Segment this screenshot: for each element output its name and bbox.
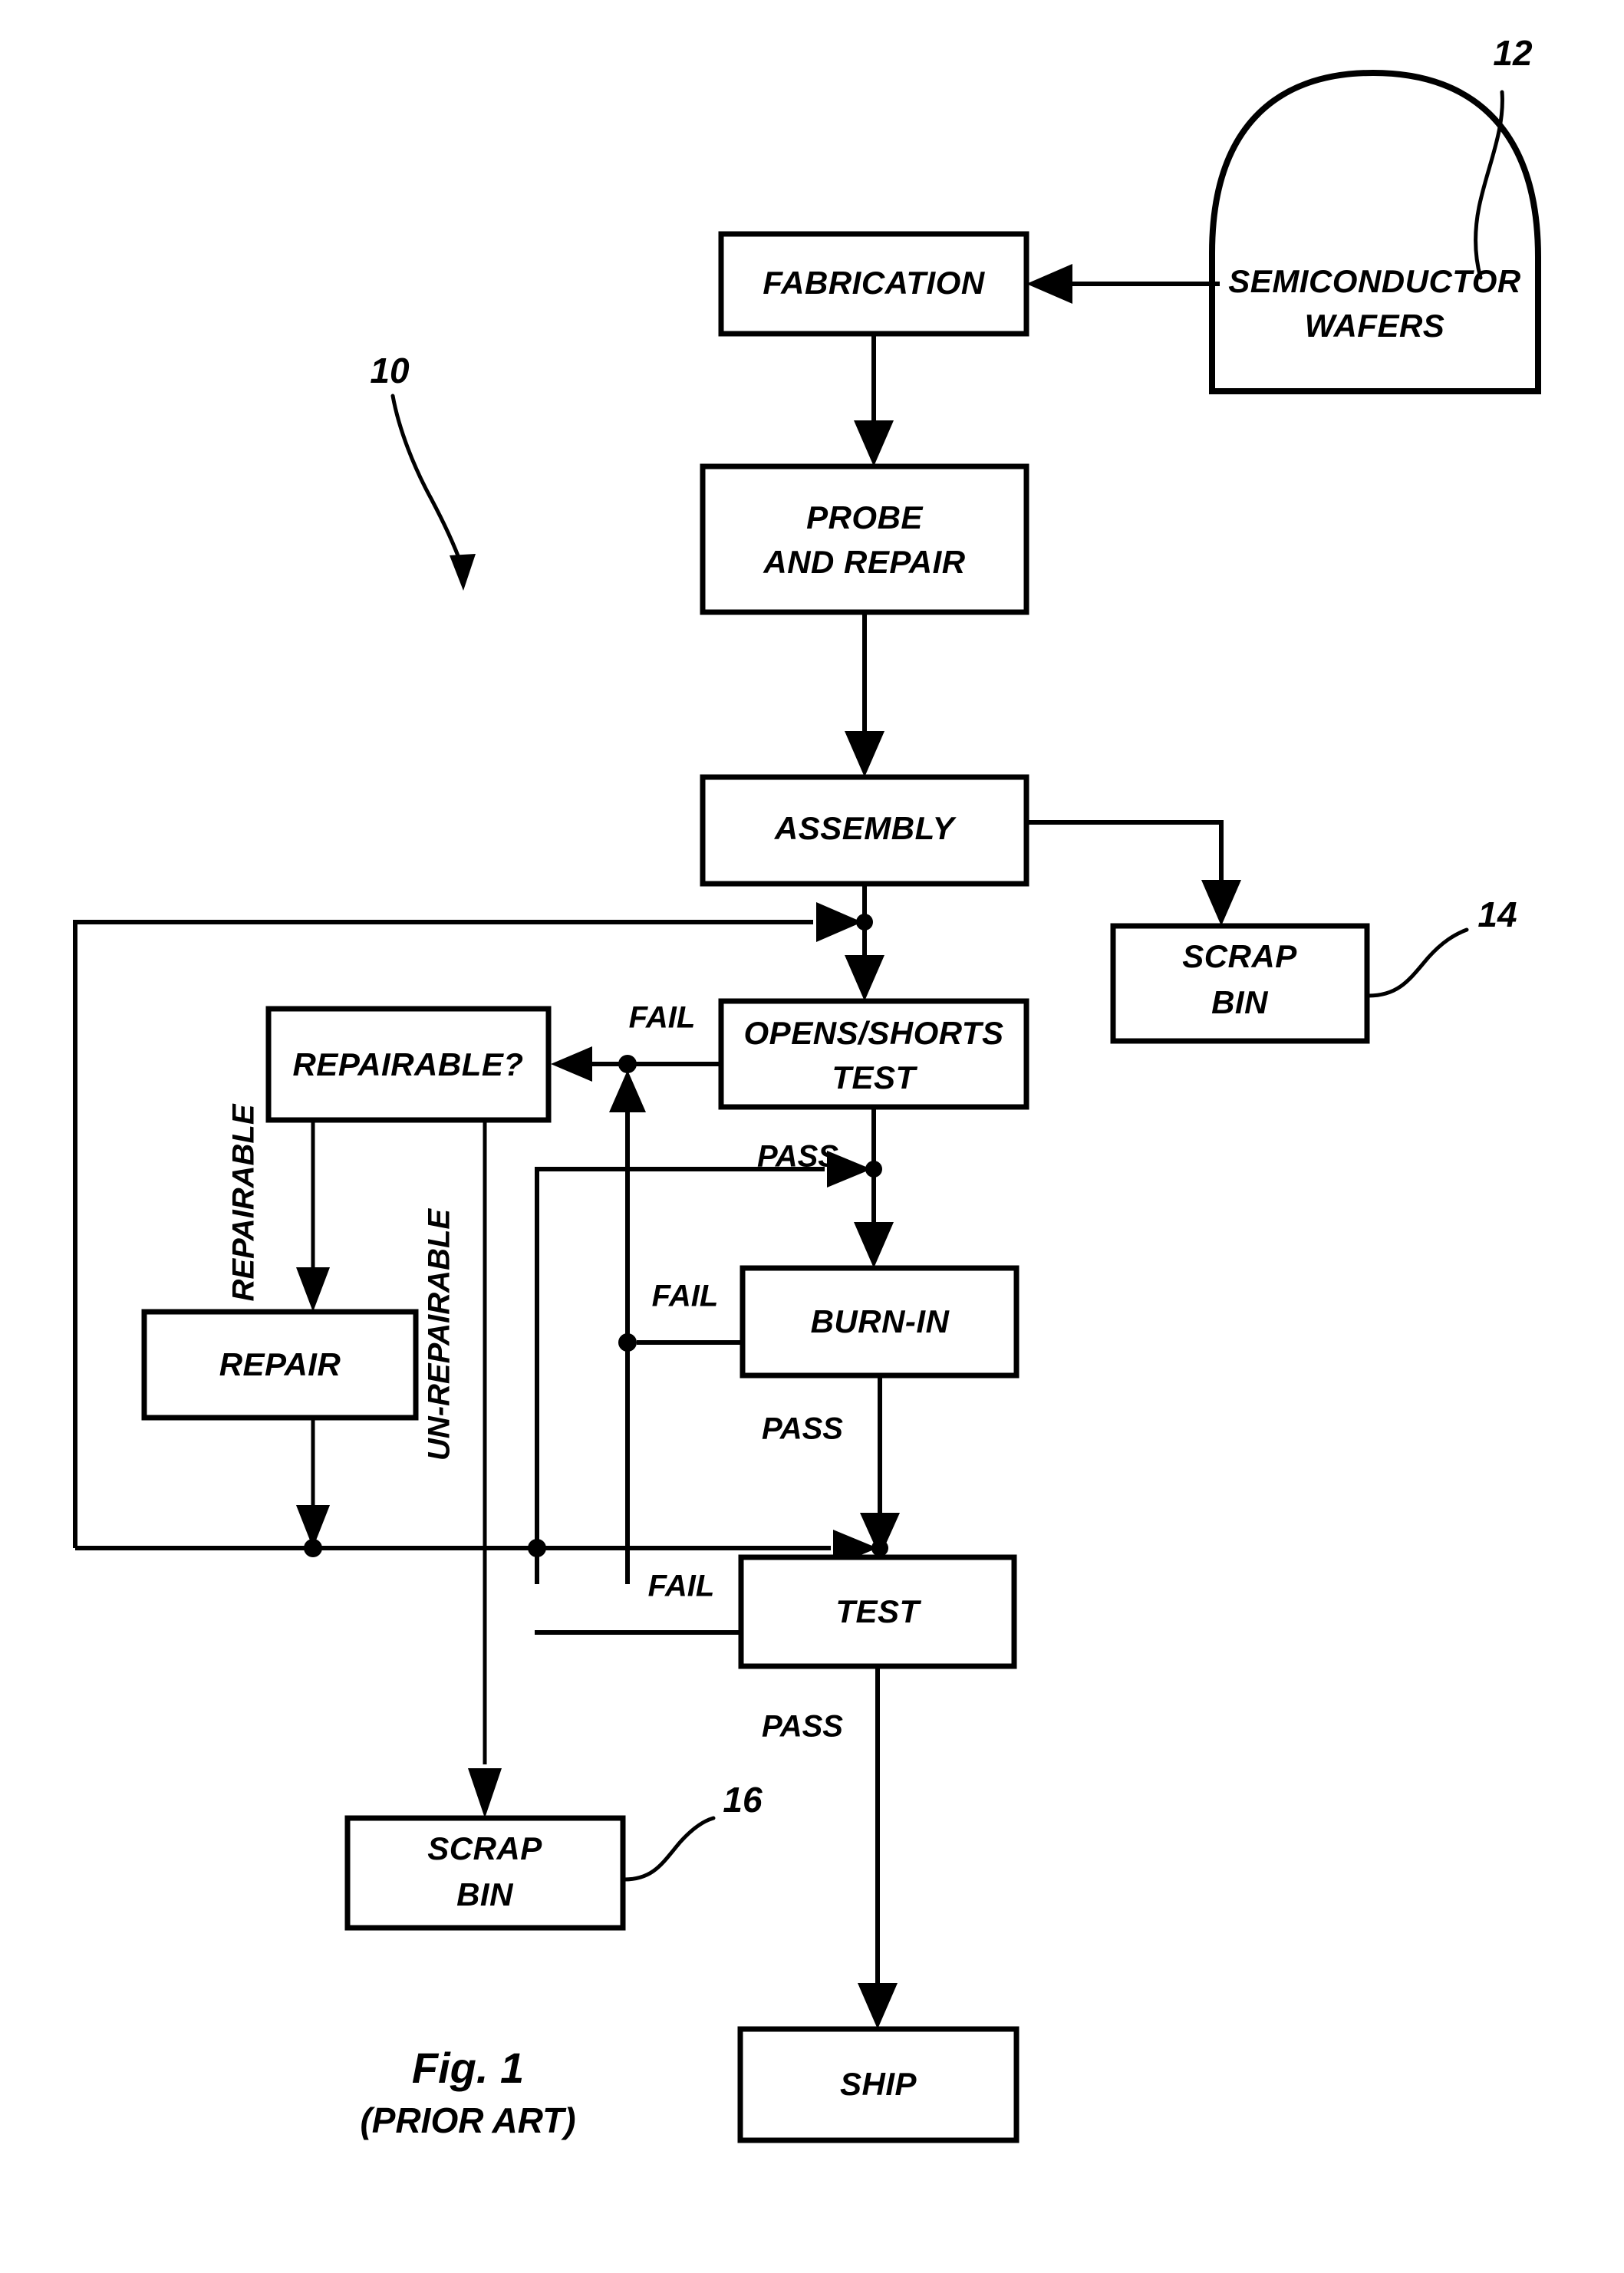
scrap-bin-14-node: SCRAP BIN 14 (1110, 894, 1517, 1044)
opens-shorts-label-line1: OPENS/SHORTS (744, 1015, 1004, 1051)
ref-lead-16 (622, 1816, 716, 1882)
probe-label-line1: PROBE (806, 499, 924, 535)
arrowhead-right (827, 1151, 871, 1188)
test-node: TEST (738, 1554, 1017, 1669)
arrowhead-left (1026, 264, 1072, 304)
scrap-bin-16-label-line1: SCRAP (427, 1830, 542, 1866)
arrowhead-down (854, 420, 894, 466)
burn-in-node: BURN-IN (740, 1265, 1020, 1379)
ref-10-group: 10 (370, 351, 476, 591)
edge-burnin-fail: FAIL (618, 1280, 743, 1352)
edge-fabrication-to-probe (854, 334, 894, 466)
junction-dot-bypass-bus (528, 1539, 546, 1557)
opens-shorts-test-node: OPENS/SHORTS TEST (718, 998, 1029, 1110)
scrap-bin-14-label-line2: BIN (1211, 984, 1269, 1020)
opens-shorts-fail-label: FAIL (629, 1001, 696, 1035)
edge-opens-fail-to-repairable: FAIL (551, 1001, 721, 1082)
arrowhead-down (1201, 880, 1241, 926)
test-pass-label: PASS (762, 1710, 843, 1744)
ship-label: SHIP (840, 2066, 917, 2102)
ref-number-14: 14 (1477, 894, 1517, 934)
patent-figure: SEMICONDUCTOR WAFERS 12 FABRICATION 10 P… (0, 0, 1624, 2273)
test-label: TEST (835, 1593, 921, 1629)
edge-opens-pass: PASS (757, 1107, 894, 1268)
edge-line (1026, 820, 1224, 886)
figure-caption: Fig. 1 (412, 2044, 524, 2092)
ref-number-16: 16 (723, 1780, 763, 1820)
edge-fail-riser (609, 1070, 646, 1584)
ref-number-12: 12 (1493, 33, 1533, 73)
assembly-label: ASSEMBLY (774, 810, 957, 846)
ship-node: SHIP (737, 2026, 1020, 2143)
scrap-bin-16-node: SCRAP BIN 16 (344, 1780, 763, 1931)
arrowhead-left (551, 1046, 592, 1082)
arrowhead-down (296, 1267, 330, 1312)
fabrication-label: FABRICATION (763, 265, 986, 301)
arrowhead-up (609, 1070, 646, 1112)
figure-caption-group: Fig. 1 (PRIOR ART) (360, 2044, 575, 2140)
semiconductor-wafers-node: SEMICONDUCTOR WAFERS 12 (1209, 33, 1541, 394)
ref-10-arrowhead (450, 554, 476, 591)
figure-subcaption: (PRIOR ART) (360, 2100, 575, 2140)
edge-repairable-to-scrap16: UN-REPAIRABLE (423, 1120, 502, 1818)
test-fail-label: FAIL (648, 1570, 715, 1603)
repairable-label: REPAIRABLE? (292, 1046, 523, 1082)
edge-repair-to-bus (296, 1418, 330, 1557)
wafers-label-line2: WAFERS (1305, 308, 1445, 344)
arrowhead-right (816, 902, 862, 942)
edge-test-pass-to-ship: PASS (762, 1666, 898, 2029)
probe-label-line2: AND REPAIR (763, 544, 965, 580)
repairable-yes-label: REPAIRABLE (227, 1103, 261, 1301)
fabrication-node: FABRICATION (718, 231, 1029, 337)
ref-lead-14 (1366, 927, 1469, 998)
edge-burnin-pass: PASS (762, 1375, 900, 1557)
edge-assembly-to-opens (845, 884, 884, 1001)
repairable-no-label: UN-REPAIRABLE (423, 1208, 456, 1461)
repair-node: REPAIR (141, 1309, 419, 1421)
arrowhead-down (845, 955, 884, 1001)
edge-test-fail: FAIL (535, 1570, 741, 1635)
ref-number-10: 10 (370, 351, 410, 390)
probe-and-repair-node: PROBE AND REPAIR (700, 463, 1029, 615)
flowchart-canvas: SEMICONDUCTOR WAFERS 12 FABRICATION 10 P… (73, 33, 1541, 2143)
arrowhead-down (468, 1768, 502, 1818)
assembly-node: ASSEMBLY (700, 774, 1029, 887)
scrap-bin-14-label-line1: SCRAP (1182, 938, 1297, 974)
scrap-bin-16-label-line2: BIN (456, 1876, 514, 1912)
burn-in-pass-label: PASS (762, 1412, 843, 1446)
opens-shorts-label-line2: TEST (832, 1059, 917, 1095)
ref-lead-10 (390, 394, 463, 566)
arrowhead-down (858, 1983, 898, 2029)
probe-and-repair-box (700, 463, 1029, 615)
arrowhead-down (845, 731, 884, 777)
arrowhead-down (854, 1222, 894, 1268)
burn-in-label: BURN-IN (811, 1303, 950, 1339)
junction-dot-burnin-fail (618, 1333, 637, 1352)
repair-label: REPAIR (219, 1346, 341, 1382)
edge-assembly-to-scrap14 (1026, 820, 1241, 926)
repairable-node: REPAIRABLE? (265, 1006, 552, 1123)
edge-repairable-to-repair: REPAIRABLE (227, 1103, 330, 1312)
edge-wafers-to-fabrication (1026, 264, 1220, 304)
edge-probe-to-assembly (845, 612, 884, 777)
burn-in-fail-label: FAIL (652, 1280, 719, 1313)
